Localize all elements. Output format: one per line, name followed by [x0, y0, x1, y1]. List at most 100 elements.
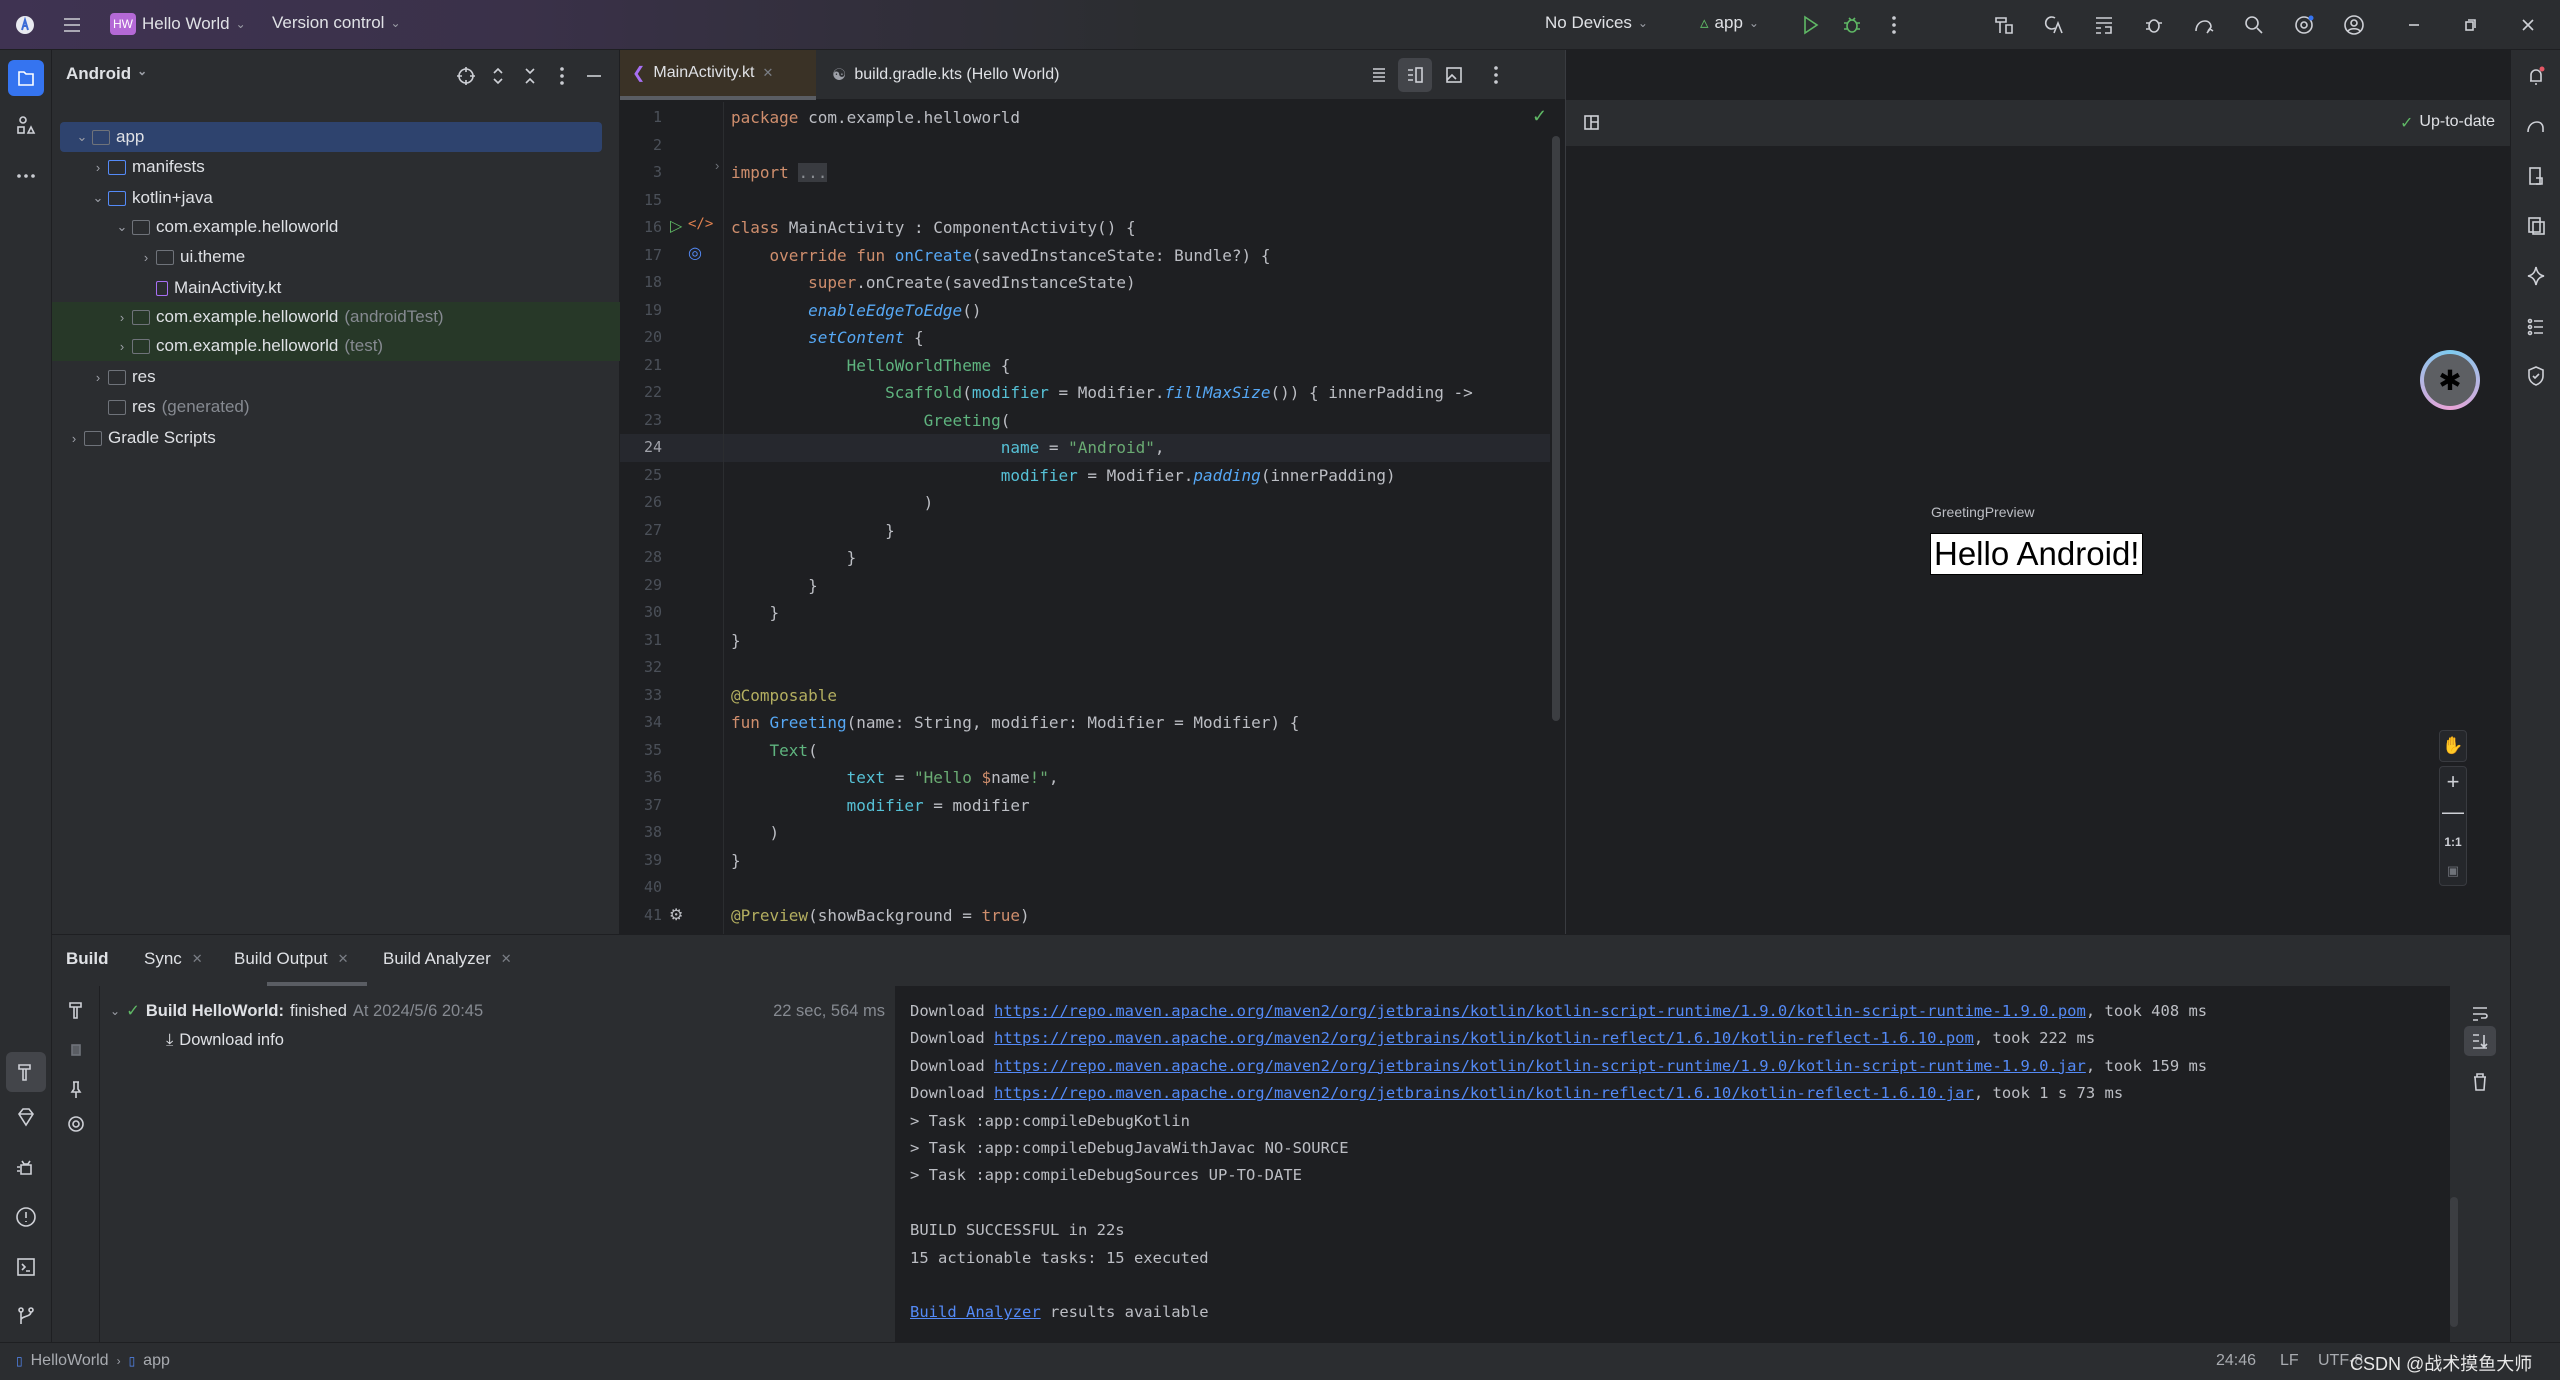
line-number[interactable]: 28	[620, 544, 662, 572]
console-link[interactable]: https://repo.maven.apache.org/maven2/org…	[994, 1029, 1974, 1047]
project-selector[interactable]: HW Hello World ⌄	[110, 13, 246, 35]
code-line[interactable]: 1 package com.example.helloworld	[620, 104, 1550, 132]
chevron-down-icon[interactable]: ⌄	[72, 129, 92, 145]
line-number[interactable]: 33	[620, 682, 662, 710]
running-devices-icon[interactable]	[2522, 212, 2550, 240]
console-link[interactable]: Build Analyzer	[910, 1303, 1041, 1321]
locate-icon[interactable]	[452, 62, 480, 90]
code-line[interactable]: 29 }	[620, 572, 1550, 600]
apply-changes-icon[interactable]	[2040, 11, 2068, 39]
code-line[interactable]: 28 }	[620, 544, 1550, 572]
tree-item[interactable]: › com.example.helloworld (androidTest)	[52, 302, 620, 332]
run-icon[interactable]	[1796, 11, 1824, 39]
expand-all-icon[interactable]	[484, 62, 512, 90]
chevron-right-icon[interactable]: ›	[88, 160, 108, 175]
code-line[interactable]: 19 enableEdgeToEdge()	[620, 297, 1550, 325]
tree-item[interactable]: › manifests	[52, 152, 620, 182]
soft-wrap-icon[interactable]	[2466, 1000, 2494, 1028]
code-line[interactable]: 36 text = "Hello $name!",	[620, 764, 1550, 792]
line-number[interactable]: 36	[620, 764, 662, 792]
line-number[interactable]: 39	[620, 847, 662, 875]
close-icon[interactable]	[2514, 11, 2542, 39]
code-line[interactable]: 16 class MainActivity : ComponentActivity…	[620, 214, 1550, 242]
editor-options-icon[interactable]	[1482, 61, 1510, 89]
search-icon[interactable]	[2240, 11, 2268, 39]
chevron-right-icon[interactable]: ›	[136, 250, 156, 265]
project-view-selector[interactable]: Android ⌄	[66, 64, 147, 84]
line-number[interactable]: 19	[620, 297, 662, 325]
code-view-icon[interactable]	[1365, 61, 1393, 89]
override-gutter-icon[interactable]: ◎	[688, 243, 702, 263]
code-line[interactable]: 15	[620, 187, 1550, 215]
tree-item[interactable]: res (generated)	[52, 392, 620, 422]
android-studio-logo-icon[interactable]	[11, 11, 39, 39]
settings-icon[interactable]	[2290, 11, 2318, 39]
line-number[interactable]: 24	[620, 434, 662, 462]
line-number[interactable]: 1	[620, 104, 662, 132]
notifications-icon[interactable]	[2522, 62, 2550, 90]
gradle-tool-icon[interactable]	[2522, 112, 2550, 140]
build-console[interactable]: Download https://repo.maven.apache.org/m…	[895, 986, 2450, 1343]
code-line[interactable]: 40	[620, 874, 1550, 902]
more-actions-icon[interactable]	[1880, 11, 1908, 39]
chevron-down-icon[interactable]: ⌄	[88, 190, 108, 206]
line-number[interactable]: 32	[620, 654, 662, 682]
tab-build-analyzer[interactable]: Build Analyzer ✕	[383, 949, 512, 969]
code-line[interactable]: 18 super.onCreate(savedInstanceState)	[620, 269, 1550, 297]
tab-mainactivity[interactable]: ❮ MainActivity.kt ✕	[620, 50, 816, 100]
device-manager-icon[interactable]	[2522, 162, 2550, 190]
caret-position[interactable]: 24:46	[2216, 1352, 2256, 1370]
tree-item[interactable]: › Gradle Scripts	[52, 423, 620, 453]
code-line[interactable]: 31}	[620, 627, 1550, 655]
chevron-right-icon[interactable]: ›	[112, 310, 132, 325]
preview-settings-gutter-icon[interactable]: ⚙	[669, 905, 683, 925]
gemini-tool-icon[interactable]	[2522, 262, 2550, 290]
line-number[interactable]: 27	[620, 517, 662, 545]
chevron-right-icon[interactable]: ›	[88, 370, 108, 385]
gemini-assistant-button[interactable]: ✱	[2420, 350, 2480, 410]
download-info-item[interactable]: ⤓ Download info	[166, 1031, 284, 1050]
line-number[interactable]: 21	[620, 352, 662, 380]
line-number[interactable]: 20	[620, 324, 662, 352]
terminal-icon[interactable]	[12, 1253, 40, 1281]
code-line[interactable]: 3 import ...	[620, 159, 1550, 187]
gradle-sync-icon[interactable]	[2190, 11, 2218, 39]
gem-icon[interactable]	[12, 1103, 40, 1131]
tree-item[interactable]: › com.example.helloworld (test)	[52, 331, 620, 361]
close-tab-icon[interactable]: ✕	[338, 951, 349, 967]
console-link[interactable]: https://repo.maven.apache.org/maven2/org…	[994, 1002, 2086, 1020]
compose-gutter-icon[interactable]: </>	[688, 216, 713, 232]
git-icon[interactable]	[12, 1302, 40, 1330]
code-line[interactable]: 41 @Preview(showBackground = true)	[620, 902, 1550, 930]
zoom-fit-icon[interactable]: ▣	[2440, 857, 2466, 885]
line-number[interactable]: 29	[620, 572, 662, 600]
preview-render[interactable]: Hello Android!	[1930, 533, 2144, 575]
collapse-all-icon[interactable]	[516, 62, 544, 90]
line-number[interactable]: 30	[620, 599, 662, 627]
device-selector[interactable]: No Devices ⌄	[1545, 13, 1648, 33]
code-line[interactable]: 34 fun Greeting(name: String, modifier: M…	[620, 709, 1550, 737]
tree-item[interactable]: ⌄ com.example.helloworld	[52, 212, 620, 242]
logcat-icon[interactable]	[12, 1153, 40, 1181]
rebuild-icon[interactable]	[62, 996, 90, 1024]
line-number[interactable]: 15	[620, 187, 662, 215]
security-shield-icon[interactable]	[2522, 362, 2550, 390]
close-tab-icon[interactable]: ✕	[762, 65, 773, 81]
tree-item[interactable]: ⌄ kotlin+java	[52, 183, 620, 213]
line-number[interactable]: 2	[620, 132, 662, 160]
line-number[interactable]: 18	[620, 269, 662, 297]
line-number[interactable]: 31	[620, 627, 662, 655]
code-line[interactable]: 30 }	[620, 599, 1550, 627]
console-link[interactable]: https://repo.maven.apache.org/maven2/org…	[994, 1084, 1974, 1102]
hide-panel-icon[interactable]	[580, 62, 608, 90]
zoom-actual-size-button[interactable]: 1:1	[2440, 827, 2466, 857]
code-line[interactable]: 37 modifier = modifier	[620, 792, 1550, 820]
line-number[interactable]: 25	[620, 462, 662, 490]
code-area[interactable]: 1 package com.example.helloworld 2 3 import …	[620, 102, 1565, 934]
make-project-icon[interactable]	[1990, 11, 2018, 39]
tab-build-output[interactable]: Build Output ✕	[234, 949, 348, 969]
code-line[interactable]: 20 setContent {	[620, 324, 1550, 352]
line-number[interactable]: 38	[620, 819, 662, 847]
code-line[interactable]: 23 Greeting(	[620, 407, 1550, 435]
scroll-to-end-icon[interactable]	[2464, 1026, 2496, 1056]
